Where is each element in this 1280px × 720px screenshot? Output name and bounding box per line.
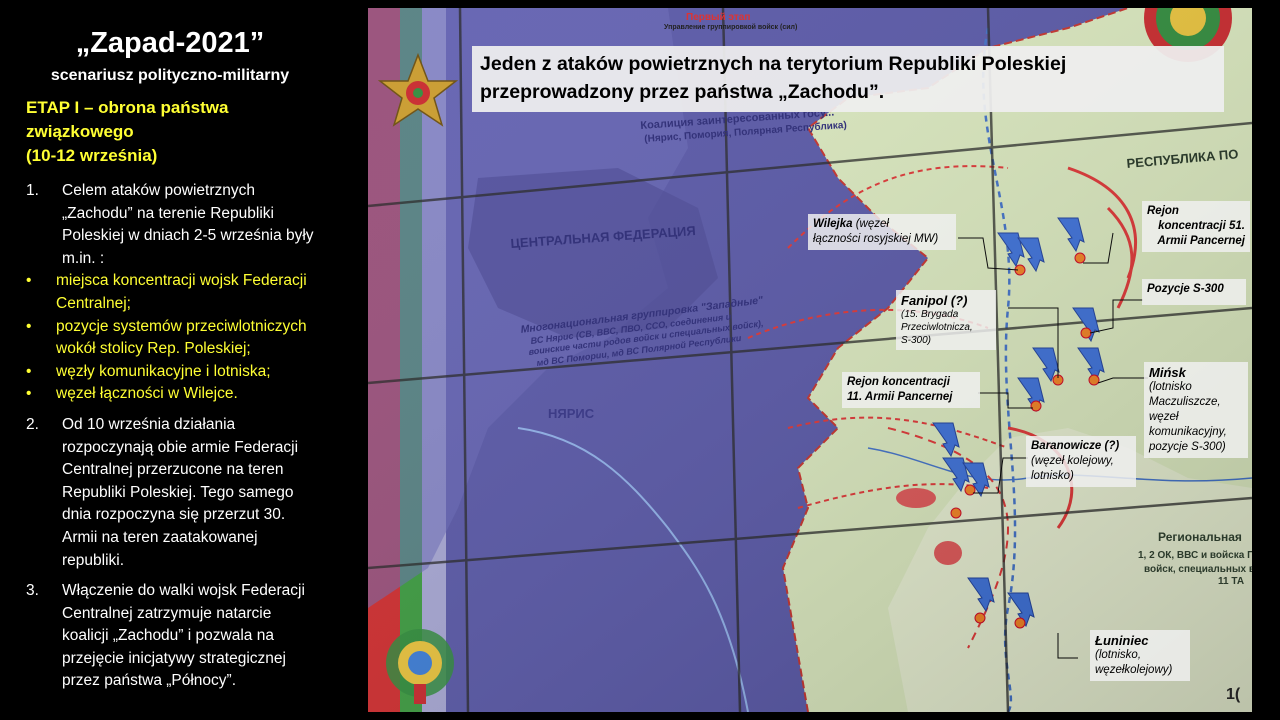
list-line: węzły komunikacyjne i lotniska; [56,362,271,380]
box-text: Maczuliszcze, [1149,396,1221,408]
bullet-marker: • [26,272,32,290]
box-title: Baranowicze (?) [1031,440,1120,452]
map-photo: ЦЕНТРАЛЬНАЯ ФЕДЕРАЦИЯ НЯРИС РЕСПУБЛИКА П… [368,8,1252,712]
box-text: koncentracji 51. [1158,220,1245,232]
annotation-luniniec: Łuniniec (lotnisko, węzełkolejowy) [1090,630,1190,681]
stage-heading: ETAP I – obrona państwa związkowego (10-… [26,96,306,168]
map-label-regional: 11 ТА [1218,576,1245,587]
bullet-item: • pozycje systemów przeciwlotniczych wok… [26,316,346,361]
list-line: Od 10 września działania [62,415,236,433]
list-line: rozpoczynają obie armie Federacji [62,438,299,456]
list-line: m.in. : [62,249,105,267]
list-line: przez państwa „Północy”. [62,672,237,690]
box-text: Armii Pancernej [1157,235,1245,247]
list-line: „Zachodu” na terenie Republiki [62,204,274,222]
list-line: wokół stolicy Rep. Poleskiej; [56,340,251,358]
list-marker: 1. [26,182,39,199]
box-text: Rejon [1147,205,1179,217]
box-text: Przeciwlotnicza, [901,322,973,333]
box-text: (lotnisko [1149,381,1192,393]
list-line: Centralnej; [56,294,131,312]
stage-line: związkowego [26,122,134,141]
box-text: lotnisko) [1031,470,1074,482]
list-line: koalicji „Zachodu” i pozwala na [62,627,274,645]
list-item: 1. Celem ataków powietrznych „Zachodu” n… [26,180,346,270]
list-marker: 2. [26,415,39,433]
box-text: (węzeł [852,218,889,230]
annotation-minsk: Mińsk (lotnisko Maczuliszcze, węzeł komu… [1144,362,1248,458]
list-item: 2. Od 10 września działania rozpoczynają… [26,414,346,572]
box-text: Rejon koncentracji [847,376,950,388]
map-label-regional: Региональная [1158,530,1242,544]
box-text: pozycje S-300) [1149,441,1226,453]
list-line: Republiki Poleskiej. Tego samego [62,483,294,501]
box-text: węzełkolejowy) [1095,664,1173,676]
map-label-page: 1( [1226,686,1241,703]
box-text: S-300) [901,335,932,346]
box-text: 11. Armii Pancernej [847,391,953,403]
stage-line: ETAP I – obrona państwa [26,98,229,117]
map-caption: Jeden z ataków powietrznych na terytoriu… [472,46,1224,112]
list-marker: 3. [26,582,39,600]
list-line: Centralnej przerzucone na teren [62,461,284,479]
list-line: Poleskiej w dniach 2-5 września były [62,227,314,245]
list-line: republiki. [62,551,125,569]
box-text: komunikacyjny, [1149,426,1227,438]
bullet-item: • węzeł łączności w Wilejce. [26,383,346,406]
bullet-marker: • [26,385,32,403]
list-line: Armii na teren zaatakowanej [62,528,258,546]
box-text: (węzeł kolejowy, [1031,455,1114,467]
annotation-wilejka: Wilejka (węzeł łączności rosyjskiej MW) [808,214,956,250]
annotation-rejon-51: Rejon koncentracji 51. Armii Pancernej [1142,201,1250,252]
map-label-nyaris: НЯРИС [548,406,595,421]
map-label-regional: 1, 2 ОК, ВВС и войска ПВО, [1138,550,1252,561]
list-line: pozycje systemów przeciwlotniczych [56,317,307,335]
box-text: (15. Brygada [901,309,959,320]
bullet-marker: • [26,362,32,380]
map-label-regional: войск, специальных войск [1144,564,1252,575]
list-item: 3. Włączenie do walki wojsk Federacji Ce… [26,580,346,693]
stage-line: (10-12 września) [26,146,158,165]
box-text: Pozycje S-300 [1147,283,1224,295]
scenario-list: 1. Celem ataków powietrznych „Zachodu” n… [26,180,346,693]
caption-line: przeprowadzony przez państwa „Zachodu”. [480,81,885,103]
annotation-baranowicze: Baranowicze (?) (węzeł kolejowy, lotnisk… [1026,436,1136,487]
slide-subtitle: scenariusz polityczno-militarny [50,67,290,84]
box-text: (lotnisko, [1095,649,1142,661]
box-title: Wilejka [813,218,853,230]
list-line: węzeł łączności w Wilejce. [56,385,238,403]
map-label-top-small: Управление группировкой войск (сил) [664,24,798,31]
text-panel: „Zapad-2021” scenariusz polityczno-milit… [0,0,368,720]
box-text: węzeł [1149,411,1179,423]
slide-title: „Zapad-2021” [75,27,265,59]
list-line: Centralnej zatrzymuje natarcie [62,604,272,622]
caption-line: Jeden z ataków powietrznych na terytoriu… [480,53,1067,75]
bullet-item: • węzły komunikacyjne i lotniska; [26,361,346,384]
list-line: przejęcie inicjatywy strategicznej [62,649,286,667]
box-title: Mińsk [1149,365,1186,380]
annotation-s300: Pozycje S-300 [1142,279,1246,305]
box-text: łączności rosyjskiej MW) [813,233,939,245]
list-line: Celem ataków powietrznych [62,182,255,199]
annotation-fanipol: Fanipol (?) (15. Brygada Przeciwlotnicza… [896,290,996,350]
map-label-top: Первый этап [686,12,751,23]
list-line: dnia rozpoczyna się przerzut 30. [62,506,286,524]
bullet-marker: • [26,317,32,335]
list-line: Włączenie do walki wojsk Federacji [62,582,305,600]
list-line: miejsca koncentracji wojsk Federacji [56,272,307,290]
annotation-rejon-11: Rejon koncentracji 11. Armii Pancernej [842,372,980,408]
box-title: Fanipol (?) [901,293,968,308]
bullet-item: • miejsca koncentracji wojsk Federacji C… [26,270,346,315]
box-title: Łuniniec [1095,633,1149,648]
